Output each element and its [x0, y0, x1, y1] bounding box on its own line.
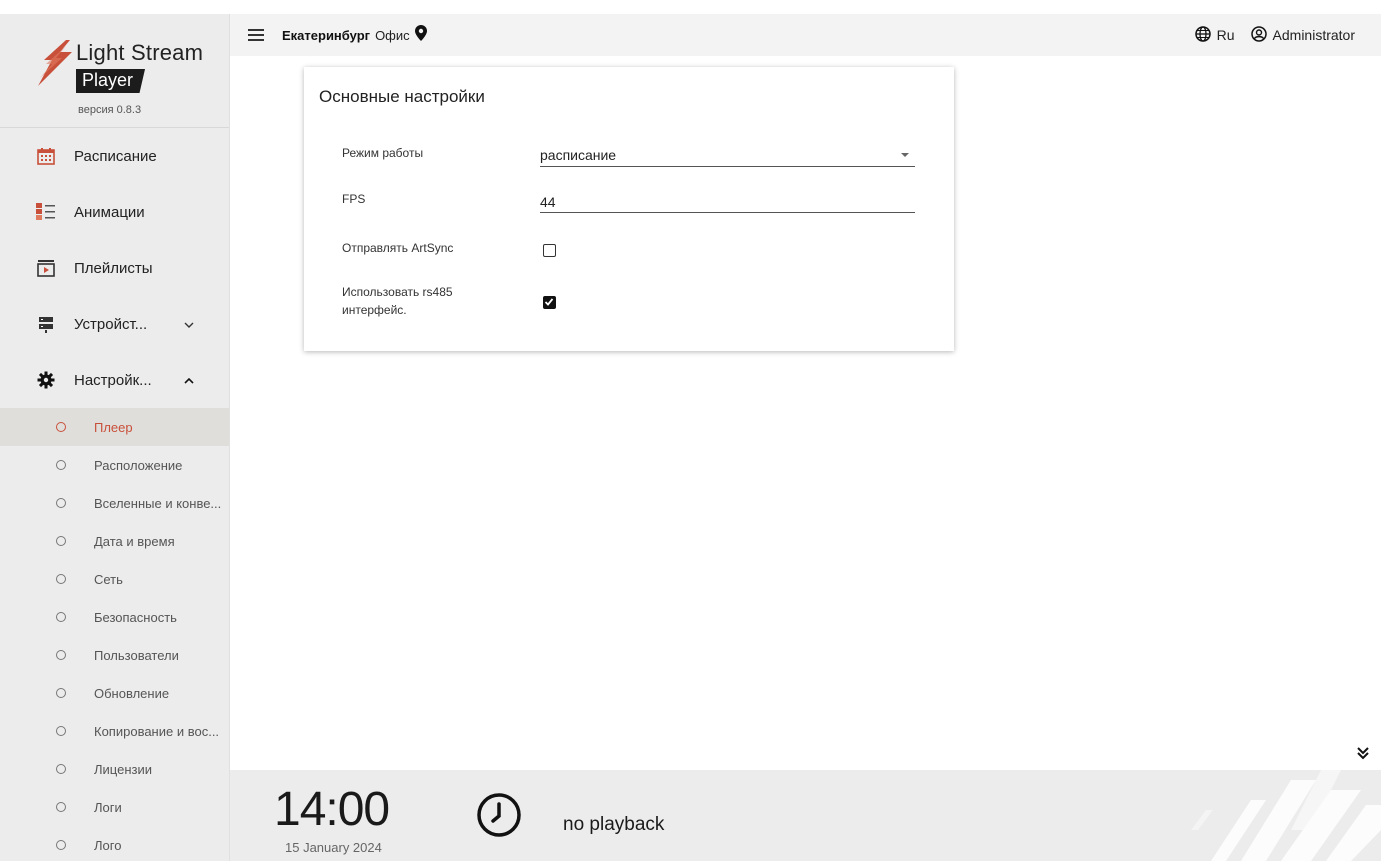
- circle-icon: [56, 726, 66, 736]
- devices-icon: [36, 314, 56, 334]
- user-menu[interactable]: Administrator: [1250, 25, 1355, 45]
- fps-label: FPS: [342, 192, 366, 206]
- sidebar-subitem-player[interactable]: Плеер: [0, 408, 229, 446]
- playlist-icon: [36, 258, 56, 278]
- calendar-icon: [36, 146, 56, 166]
- logo-block: Light Stream Player версия 0.8.3: [0, 14, 229, 128]
- sidebar-subitem-label: Копирование и вос...: [94, 723, 220, 739]
- gear-icon: [36, 370, 56, 390]
- sidebar-subitem-label: Логи: [94, 799, 122, 815]
- clock-date: 15 January 2024: [285, 840, 382, 855]
- status-bar: 14:00 15 January 2024 no playback: [230, 770, 1381, 861]
- sidebar-subitem-universes[interactable]: Вселенные и конве...: [0, 484, 229, 522]
- globe-icon: [1194, 25, 1211, 45]
- sidebar-subitem-label: Безопасность: [94, 609, 177, 625]
- circle-icon: [56, 650, 66, 660]
- artsync-label: Отправлять ArtSync: [342, 241, 454, 255]
- user-name: Administrator: [1272, 27, 1355, 43]
- sidebar-subitem-label: Пользователи: [94, 647, 179, 663]
- circle-icon: [56, 764, 66, 774]
- circle-icon: [56, 422, 66, 432]
- sidebar-subitem-label: Лицензии: [94, 761, 152, 777]
- mode-value: расписание: [540, 147, 617, 163]
- artsync-checkbox[interactable]: [543, 244, 556, 257]
- mode-label: Режим работы: [342, 146, 424, 160]
- sidebar-subitem-label: Вселенные и конве...: [94, 495, 222, 511]
- circle-icon: [56, 612, 66, 622]
- chevron-down-icon: [184, 317, 194, 331]
- brand-product: Player: [76, 69, 146, 93]
- sidebar-subitem-users[interactable]: Пользователи: [0, 636, 229, 674]
- sidebar-subitem-datetime[interactable]: Дата и время: [0, 522, 229, 560]
- collapse-footer-icon[interactable]: [1354, 744, 1372, 762]
- chevron-up-icon: [184, 373, 194, 387]
- dropdown-caret-icon: [901, 153, 909, 157]
- location-city: Екатеринбург: [282, 27, 371, 43]
- rs485-checkbox[interactable]: [543, 296, 556, 309]
- circle-icon: [56, 536, 66, 546]
- sidebar-subitem-security[interactable]: Безопасность: [0, 598, 229, 636]
- animations-icon: [36, 202, 56, 222]
- sidebar-subitem-label: Лого: [94, 837, 122, 853]
- sidebar: Light Stream Player версия 0.8.3 Расписа…: [0, 14, 230, 861]
- app-root: Light Stream Player версия 0.8.3 Расписа…: [0, 0, 1381, 861]
- circle-icon: [56, 460, 66, 470]
- sidebar-subitem-backup[interactable]: Копирование и вос...: [0, 712, 229, 750]
- brand-name: Light Stream: [76, 40, 204, 65]
- sidebar-item-label: Анимации: [74, 203, 145, 221]
- sidebar-subitem-network[interactable]: Сеть: [0, 560, 229, 598]
- circle-icon: [56, 802, 66, 812]
- sidebar-item-settings[interactable]: Настройк...: [0, 352, 229, 408]
- header-right: Ru Administrator: [1194, 14, 1355, 56]
- sidebar-item-label: Плейлисты: [74, 259, 153, 277]
- circle-icon: [56, 498, 66, 508]
- rs485-label-line2: интерфейс.: [342, 303, 407, 317]
- logo-icon: [38, 40, 72, 86]
- circle-icon: [56, 840, 66, 850]
- top-header: Екатеринбург Офис Ru Administrator: [230, 14, 1381, 56]
- decorative-stripes-icon: [1191, 770, 1381, 861]
- rs485-label: Использовать rs485 интерфейс.: [342, 283, 453, 319]
- sidebar-subitem-location[interactable]: Расположение: [0, 446, 229, 484]
- clock-icon: [476, 792, 522, 843]
- clock-time: 14:00: [274, 783, 390, 836]
- sidebar-item-label: Устройст...: [74, 315, 148, 333]
- location-pin-icon[interactable]: [414, 24, 427, 46]
- sidebar-item-playlists[interactable]: Плейлисты: [0, 240, 229, 296]
- circle-icon: [56, 688, 66, 698]
- fps-value: 44: [540, 194, 556, 210]
- sidebar-item-animations[interactable]: Анимации: [0, 184, 229, 240]
- sidebar-subitem-licenses[interactable]: Лицензии: [0, 750, 229, 788]
- fps-input[interactable]: 44: [540, 194, 915, 213]
- sidebar-subitem-label: Обновление: [94, 685, 170, 701]
- language-label: Ru: [1216, 27, 1235, 43]
- sidebar-subitem-label: Расположение: [94, 457, 183, 473]
- user-avatar-icon: [1250, 25, 1267, 45]
- rs485-label-line1: Использовать rs485: [342, 285, 453, 299]
- sidebar-subitem-logo[interactable]: Лого: [0, 826, 229, 861]
- sidebar-subitem-update[interactable]: Обновление: [0, 674, 229, 712]
- sidebar-item-schedule[interactable]: Расписание: [0, 128, 229, 184]
- sidebar-item-devices[interactable]: Устройст...: [0, 296, 229, 352]
- playback-status: no playback: [563, 814, 665, 835]
- sidebar-item-label: Расписание: [74, 147, 157, 165]
- sidebar-item-label: Настройк...: [74, 371, 152, 389]
- sidebar-subitem-label: Дата и время: [94, 533, 175, 549]
- mode-select[interactable]: расписание: [540, 147, 915, 167]
- app-version: версия 0.8.3: [78, 104, 142, 116]
- location-name: Офис: [375, 27, 410, 43]
- settings-card: Основные настройки Режим работы расписан…: [304, 67, 954, 351]
- sidebar-subitem-label: Сеть: [94, 571, 123, 587]
- sidebar-subitem-logs[interactable]: Логи: [0, 788, 229, 826]
- sidebar-subitem-label: Плеер: [94, 419, 133, 435]
- circle-icon: [56, 574, 66, 584]
- language-switch[interactable]: Ru: [1194, 25, 1235, 45]
- menu-icon[interactable]: [248, 29, 264, 41]
- card-title: Основные настройки: [319, 87, 485, 106]
